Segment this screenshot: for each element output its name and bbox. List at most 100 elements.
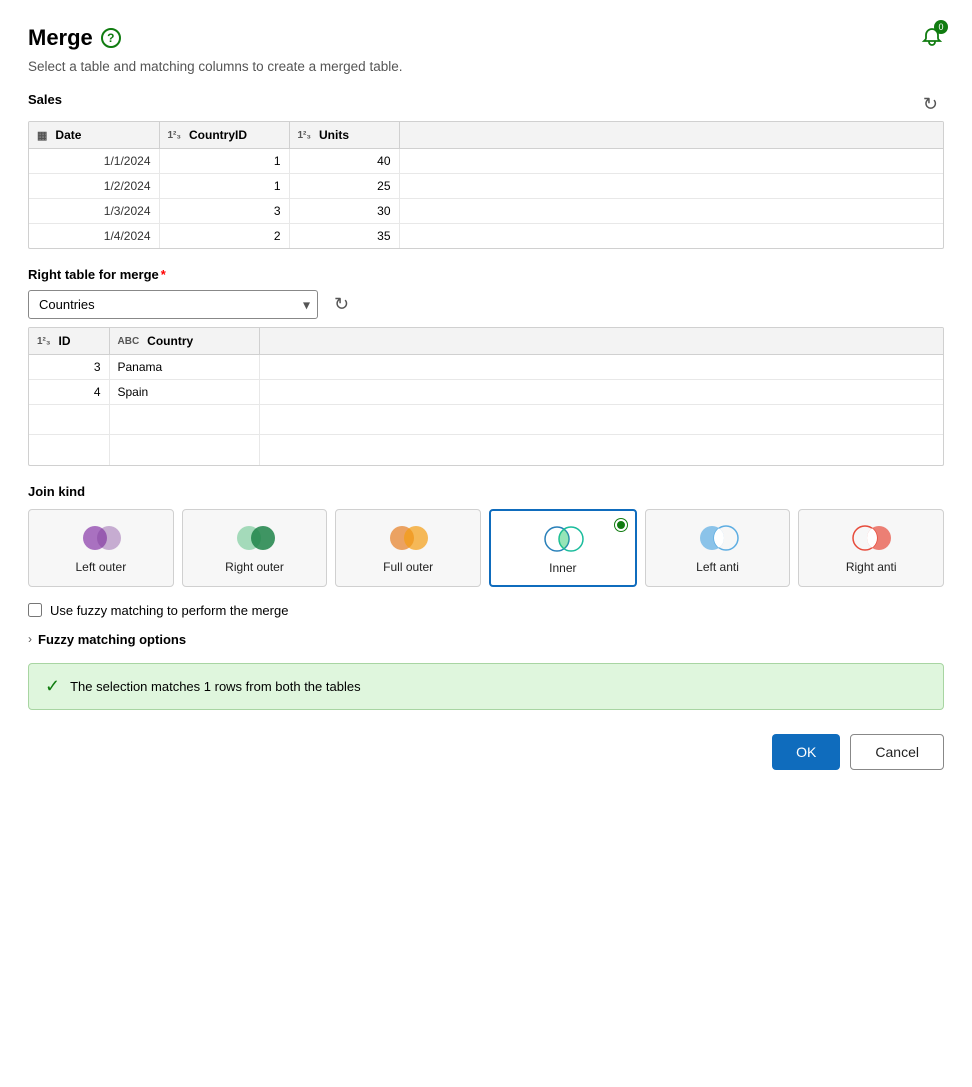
- country-id-blank2: [29, 435, 109, 465]
- full-outer-venn-icon: [386, 524, 430, 552]
- table-row: [29, 405, 943, 435]
- sales-countryid-3: 2: [159, 224, 289, 249]
- country-name-1: Spain: [109, 380, 259, 405]
- inner-label: Inner: [549, 561, 576, 575]
- sales-section-header: Sales ↻: [28, 92, 944, 117]
- sales-date-0: 1/1/2024: [29, 149, 159, 174]
- join-kind-grid: Left outer Right outer Full outer Inner: [28, 509, 944, 587]
- right-table-refresh-button[interactable]: ↻: [328, 292, 355, 317]
- title-left: Merge ?: [28, 25, 121, 51]
- join-card-right-outer[interactable]: Right outer: [182, 509, 328, 587]
- left-outer-venn-icon: [79, 524, 123, 552]
- sales-empty-1: [399, 174, 943, 199]
- success-message: The selection matches 1 rows from both t…: [70, 679, 360, 694]
- country-empty-blank: [259, 405, 943, 435]
- sales-countryid-1: 1: [159, 174, 289, 199]
- chevron-right-icon: ›: [28, 632, 32, 646]
- countries-col-country: ABC Country: [109, 328, 259, 355]
- country-name-0: Panama: [109, 355, 259, 380]
- help-icon[interactable]: ?: [101, 28, 121, 48]
- sales-empty-2: [399, 199, 943, 224]
- table-row: [29, 435, 943, 465]
- sales-empty-0: [399, 149, 943, 174]
- table-row: 1/1/2024 1 40: [29, 149, 943, 174]
- right-outer-label: Right outer: [225, 560, 284, 574]
- right-table-dropdown-wrapper[interactable]: Countries ▾: [28, 290, 318, 319]
- selected-indicator: [615, 519, 627, 531]
- country-empty-0: [259, 355, 943, 380]
- countries-col-id: 1²₃ ID: [29, 328, 109, 355]
- table-row: 3 Panama: [29, 355, 943, 380]
- calendar-icon: ▦: [37, 129, 47, 142]
- text-icon-country: ABC: [118, 336, 140, 347]
- number-icon-countryid: 1²₃: [168, 130, 182, 141]
- sales-date-2: 1/3/2024: [29, 199, 159, 224]
- sales-table-label: Sales: [28, 92, 62, 107]
- countries-table: 1²₃ ID ABC Country 3 Panama: [29, 328, 943, 465]
- number-icon-units: 1²₃: [298, 130, 312, 141]
- right-anti-venn-icon: [849, 524, 893, 552]
- sales-units-2: 30: [289, 199, 399, 224]
- country-empty-blank2: [259, 435, 943, 465]
- left-outer-label: Left outer: [75, 560, 126, 574]
- success-check-icon: ✓: [45, 676, 60, 697]
- sales-table-container: ▦ Date 1²₃ CountryID 1²₃ Units: [28, 121, 944, 249]
- country-name-blank2: [109, 435, 259, 465]
- country-id-blank: [29, 405, 109, 435]
- country-id-0: 3: [29, 355, 109, 380]
- join-card-left-outer[interactable]: Left outer: [28, 509, 174, 587]
- cancel-button[interactable]: Cancel: [850, 734, 944, 770]
- sales-units-3: 35: [289, 224, 399, 249]
- sales-units-1: 25: [289, 174, 399, 199]
- country-id-1: 4: [29, 380, 109, 405]
- country-name-blank: [109, 405, 259, 435]
- full-outer-label: Full outer: [383, 560, 433, 574]
- sales-table: ▦ Date 1²₃ CountryID 1²₃ Units: [29, 122, 943, 248]
- table-row: 1/2/2024 1 25: [29, 174, 943, 199]
- left-anti-label: Left anti: [696, 560, 739, 574]
- number-icon-id: 1²₃: [37, 336, 51, 347]
- sales-col-date: ▦ Date: [29, 122, 159, 149]
- join-card-left-anti[interactable]: Left anti: [645, 509, 791, 587]
- countries-table-container: 1²₃ ID ABC Country 3 Panama: [28, 327, 944, 466]
- action-row: OK Cancel: [28, 734, 944, 770]
- notification-button[interactable]: 0: [920, 24, 944, 51]
- notification-badge: 0: [934, 20, 948, 34]
- success-banner: ✓ The selection matches 1 rows from both…: [28, 663, 944, 710]
- table-row: 1/4/2024 2 35: [29, 224, 943, 249]
- sales-col-units: 1²₃ Units: [289, 122, 399, 149]
- sales-col-countryid: 1²₃ CountryID: [159, 122, 289, 149]
- sales-units-0: 40: [289, 149, 399, 174]
- sales-countryid-2: 3: [159, 199, 289, 224]
- join-kind-label: Join kind: [28, 484, 944, 499]
- fuzzy-options-label: Fuzzy matching options: [38, 632, 186, 647]
- left-anti-venn-icon: [696, 524, 740, 552]
- fuzzy-matching-checkbox[interactable]: [28, 603, 42, 617]
- fuzzy-matching-row: Use fuzzy matching to perform the merge: [28, 603, 944, 618]
- join-card-full-outer[interactable]: Full outer: [335, 509, 481, 587]
- table-row: 4 Spain: [29, 380, 943, 405]
- sales-date-1: 1/2/2024: [29, 174, 159, 199]
- inner-venn-icon: [541, 525, 585, 553]
- right-table-select[interactable]: Countries: [28, 290, 318, 319]
- right-anti-label: Right anti: [846, 560, 897, 574]
- right-outer-venn-icon: [233, 524, 277, 552]
- fuzzy-options-row[interactable]: › Fuzzy matching options: [28, 632, 944, 647]
- join-card-right-anti[interactable]: Right anti: [798, 509, 944, 587]
- sales-refresh-button[interactable]: ↻: [917, 92, 944, 117]
- page-title: Merge: [28, 25, 93, 51]
- right-table-dropdown-row: Countries ▾ ↻: [28, 290, 944, 319]
- countries-col-empty: [259, 328, 943, 355]
- sales-empty-3: [399, 224, 943, 249]
- subtitle: Select a table and matching columns to c…: [28, 59, 944, 74]
- required-star: *: [161, 267, 166, 282]
- fuzzy-matching-label: Use fuzzy matching to perform the merge: [50, 603, 288, 618]
- title-row: Merge ? 0: [28, 24, 944, 51]
- country-empty-1: [259, 380, 943, 405]
- table-row: 1/3/2024 3 30: [29, 199, 943, 224]
- sales-countryid-0: 1: [159, 149, 289, 174]
- right-table-section-label: Right table for merge*: [28, 267, 944, 282]
- join-card-inner[interactable]: Inner: [489, 509, 637, 587]
- sales-col-empty: [399, 122, 943, 149]
- ok-button[interactable]: OK: [772, 734, 840, 770]
